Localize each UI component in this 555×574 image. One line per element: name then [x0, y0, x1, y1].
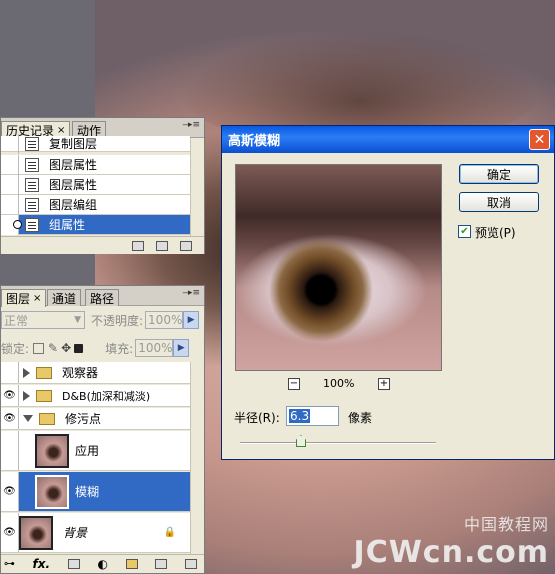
preview-label[interactable]: 预览(P)	[475, 224, 516, 241]
history-state-icon	[25, 217, 39, 232]
preview-image[interactable]	[235, 164, 442, 371]
tab-channels[interactable]: 通道	[47, 289, 82, 306]
folder-icon	[36, 389, 52, 402]
history-marker-icon	[13, 219, 22, 229]
eye-icon[interactable]: 👁	[1, 385, 19, 406]
close-button[interactable]: ✕	[529, 129, 550, 150]
mask-icon[interactable]	[67, 558, 80, 569]
blend-row: 正常 ▼ 不透明度: 100% ▶	[1, 309, 204, 331]
opacity-input[interactable]: 100%	[145, 311, 184, 329]
eye-icon[interactable]: 👁	[1, 513, 19, 552]
history-footer	[1, 236, 204, 254]
expand-arrow-icon[interactable]	[23, 390, 30, 401]
history-item-selected[interactable]: 组属性	[1, 214, 190, 235]
layers-footer: ⊶ fx. ◐	[1, 554, 204, 572]
lock-row: 锁定: ✎ ✥ 填充: 100% ▶	[1, 337, 204, 359]
history-state-icon	[25, 136, 39, 151]
zoom-in-button[interactable]: +	[378, 378, 390, 390]
layers-tabbar: 图层 × 通道 路径 ‒▸≡	[1, 286, 204, 307]
preview-checkbox[interactable]: ✔	[458, 225, 471, 238]
link-icon[interactable]: ⊶	[4, 557, 15, 570]
tab-layers[interactable]: 图层 ×	[1, 289, 47, 307]
layer-group-row[interactable]: 👁 修污点	[1, 408, 190, 430]
ok-button[interactable]: 确定	[459, 164, 539, 184]
camera-icon[interactable]	[156, 240, 168, 251]
new-layer-icon[interactable]	[155, 558, 168, 569]
history-panel: 历史记录 × 动作 ‒▸≡ 复制图层 图层属性 图层属性 图层编组 组属性	[0, 117, 205, 254]
radius-slider-track[interactable]	[240, 442, 436, 444]
opacity-arrow-button[interactable]: ▶	[183, 311, 200, 329]
new-group-icon[interactable]	[125, 558, 138, 569]
cancel-button[interactable]: 取消	[459, 192, 539, 212]
blend-mode-select[interactable]: 正常 ▼	[1, 311, 85, 329]
dialog-title: 高斯模糊	[228, 134, 281, 149]
gaussian-blur-dialog: 高斯模糊 ✕ − 100% + 确定 取消 ✔ 预览(P) 半径(R): 6.3…	[221, 125, 555, 460]
lock-move-icon[interactable]: ✥	[61, 341, 71, 355]
chevron-down-icon: ▼	[74, 315, 81, 325]
layer-thumbnail	[35, 433, 69, 468]
new-document-icon[interactable]	[132, 240, 144, 251]
layers-scrollbar[interactable]	[190, 362, 204, 554]
zoom-level: 100%	[323, 377, 355, 390]
expand-arrow-icon[interactable]	[23, 367, 30, 378]
folder-icon	[39, 412, 55, 425]
close-icon[interactable]: ×	[33, 293, 41, 304]
history-state-icon	[25, 177, 39, 192]
panel-menu-icon[interactable]: ‒▸≡	[182, 120, 200, 130]
collapse-arrow-icon[interactable]	[23, 415, 33, 422]
watermark: 中国教程网 JCWcn.com	[353, 515, 549, 570]
visibility-toggle[interactable]	[1, 431, 19, 470]
layer-thumbnail	[19, 515, 53, 550]
eye-icon[interactable]: 👁	[1, 408, 19, 429]
layer-group-row[interactable]: 观察器	[1, 362, 190, 384]
lock-icon: 🔒	[163, 527, 176, 538]
folder-icon	[36, 366, 52, 379]
trash-icon[interactable]	[180, 240, 192, 251]
adjustment-icon[interactable]: ◐	[97, 557, 107, 571]
fill-arrow-button[interactable]: ▶	[173, 339, 190, 357]
dialog-titlebar[interactable]: 高斯模糊 ✕	[222, 126, 554, 153]
layers-panel: 图层 × 通道 路径 ‒▸≡ 正常 ▼ 不透明度: 100% ▶ 锁定: ✎ ✥ 填…	[0, 285, 205, 574]
radius-slider-handle[interactable]	[296, 435, 306, 447]
lock-transparency-icon[interactable]	[33, 342, 45, 354]
layer-group-row[interactable]: 👁 D&B(加深和减淡)	[1, 385, 190, 407]
history-item[interactable]: 图层属性	[1, 174, 190, 195]
zoom-out-button[interactable]: −	[288, 378, 300, 390]
history-state-icon	[25, 157, 39, 172]
history-scrollbar[interactable]	[190, 138, 204, 236]
history-tabbar: 历史记录 × 动作 ‒▸≡	[1, 118, 204, 139]
history-item[interactable]: 复制图层	[1, 133, 190, 154]
history-item[interactable]: 图层编组	[1, 194, 190, 215]
radius-label: 半径(R):	[234, 411, 280, 425]
fx-icon[interactable]: fx.	[33, 557, 51, 571]
eye-icon[interactable]: 👁	[1, 472, 19, 511]
trash-icon[interactable]	[185, 558, 198, 569]
fill-input[interactable]: 100%	[135, 339, 174, 357]
layer-thumbnail	[35, 474, 69, 509]
radius-input[interactable]: 6.3	[286, 406, 339, 426]
panel-menu-icon[interactable]: ‒▸≡	[182, 288, 200, 298]
layer-row[interactable]: 👁 背景 🔒	[1, 513, 190, 553]
history-state-icon	[25, 197, 39, 212]
layer-row-selected[interactable]: 👁 模糊	[1, 472, 190, 512]
layer-row[interactable]: 应用	[1, 431, 190, 471]
unit-label: 像素	[348, 411, 373, 425]
lock-paint-icon[interactable]: ✎	[48, 341, 58, 355]
tab-paths[interactable]: 路径	[85, 289, 120, 306]
history-item[interactable]: 图层属性	[1, 154, 190, 175]
visibility-toggle[interactable]	[1, 362, 19, 383]
lock-all-icon[interactable]	[74, 343, 84, 353]
